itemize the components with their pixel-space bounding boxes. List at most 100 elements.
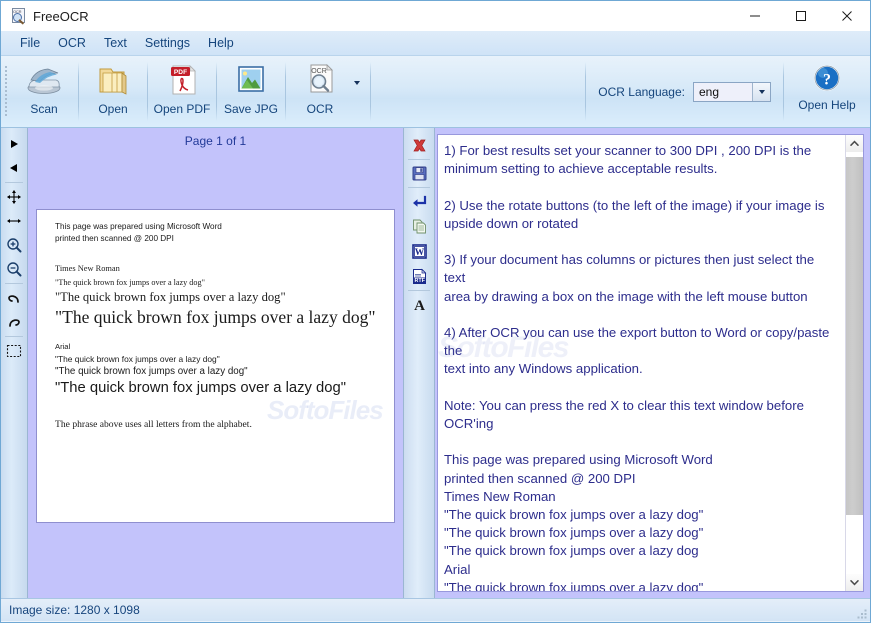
zoom-in-button[interactable] xyxy=(3,233,25,257)
export-word-button[interactable]: W xyxy=(406,239,432,264)
pan-button[interactable] xyxy=(3,185,25,209)
rotate-right-button[interactable] xyxy=(3,132,25,156)
open-pdf-label: Open PDF xyxy=(153,102,211,116)
toolbar-grip[interactable] xyxy=(1,56,10,127)
ocr-text-line: printed then scanned @ 200 DPI xyxy=(444,470,636,486)
menu-ocr[interactable]: OCR xyxy=(49,33,95,53)
scanned-page-sheet[interactable]: This page was prepared using Microsoft W… xyxy=(36,209,395,523)
folder-open-icon xyxy=(93,61,133,99)
ocr-text-line: This page was prepared using Microsoft W… xyxy=(444,452,713,468)
main-toolbar: Scan Open PDF Open PDF Save JPG OCR OCR … xyxy=(1,56,870,128)
window-controls xyxy=(732,1,870,31)
ocr-language-value: eng xyxy=(699,84,720,99)
undo-button[interactable] xyxy=(3,286,25,310)
menu-settings[interactable]: Settings xyxy=(136,33,199,53)
preview-watermark: SoftoFiles xyxy=(267,395,384,425)
ocr-language-dropdown-arrow[interactable] xyxy=(752,82,770,101)
image-tools-strip xyxy=(1,128,28,598)
text-scrollbar[interactable] xyxy=(845,135,863,591)
document-text-line: "The quick brown fox jumps over a lazy d… xyxy=(55,278,205,287)
open-button[interactable]: Open xyxy=(79,56,147,127)
scanner-icon xyxy=(24,61,64,99)
ocr-text-line: 2) Use the rotate buttons (to the left o… xyxy=(444,197,825,213)
ocr-text-line: minimum setting to achieve acceptable re… xyxy=(444,161,718,177)
document-text-line: "The quick brown fox jumps over a lazy d… xyxy=(55,380,346,396)
document-text-line: "The quick brown fox jumps over a lazy d… xyxy=(55,354,220,364)
open-help-label: Open Help xyxy=(798,98,856,112)
save-jpg-button[interactable]: Save JPG xyxy=(217,56,285,127)
pdf-document-icon: PDF xyxy=(162,61,202,99)
ocr-button[interactable]: OCR OCR xyxy=(286,56,354,127)
open-label: Open xyxy=(98,102,128,116)
image-picture-icon xyxy=(231,61,271,99)
document-text-line: The phrase above uses all letters from t… xyxy=(55,419,252,430)
window-title: FreeOCR xyxy=(33,8,89,24)
document-text-line: "The quick brown fox jumps over a lazy d… xyxy=(55,307,376,327)
ocr-document-icon: OCR xyxy=(10,8,26,25)
document-text-line: Arial xyxy=(55,342,71,351)
menu-text[interactable]: Text xyxy=(95,33,136,53)
svg-text:A: A xyxy=(414,298,425,313)
scan-button[interactable]: Scan xyxy=(10,56,78,127)
ocr-text-line: 1) For best results set your scanner to … xyxy=(444,143,812,158)
ocr-text-box[interactable]: 1) For best results set your scanner to … xyxy=(437,134,864,592)
save-text-button[interactable] xyxy=(406,161,432,186)
strip-separator xyxy=(5,283,23,284)
strip-separator xyxy=(5,182,23,183)
export-rtf-button[interactable]: RTF xyxy=(406,264,432,289)
ocr-text-line: 4) After OCR you can use the export butt… xyxy=(444,325,833,359)
ocr-text-content[interactable]: 1) For best results set your scanner to … xyxy=(438,135,845,591)
ocr-text-panel: 1) For best results set your scanner to … xyxy=(435,128,870,598)
ocr-text-line: OCR'ing xyxy=(444,416,494,432)
ocr-dropdown-button[interactable] xyxy=(354,56,360,127)
ocr-text-line xyxy=(444,178,839,196)
ocr-text-line xyxy=(444,233,839,251)
fit-width-button[interactable] xyxy=(3,209,25,233)
resize-grip[interactable] xyxy=(856,607,868,619)
insert-return-button[interactable] xyxy=(406,189,432,214)
menu-help[interactable]: Help xyxy=(199,33,243,53)
strip-separator xyxy=(408,290,430,291)
font-settings-button[interactable]: A xyxy=(406,292,432,317)
chevron-down-icon xyxy=(354,80,360,85)
close-button[interactable] xyxy=(824,1,870,31)
scrollbar-track[interactable] xyxy=(846,152,863,574)
select-area-button[interactable] xyxy=(3,339,25,363)
open-pdf-button[interactable]: PDF Open PDF xyxy=(148,56,216,127)
ocr-label: OCR xyxy=(306,102,334,116)
scroll-down-button[interactable] xyxy=(846,574,863,591)
redo-button[interactable] xyxy=(3,310,25,334)
freeocr-window: OCR FreeOCR File OCR Text Settings Help xyxy=(0,0,871,623)
image-preview-panel[interactable]: Page 1 of 1 This page was prepared using… xyxy=(28,128,403,598)
ocr-text-line xyxy=(444,306,839,324)
clear-text-button[interactable] xyxy=(406,133,432,158)
ocr-text-line: "The quick brown fox jumps over a lazy d… xyxy=(444,543,699,559)
rotate-left-button[interactable] xyxy=(3,156,25,180)
ocr-text-line: "The quick brown fox jumps over a lazy d… xyxy=(444,525,704,541)
ocr-text-line: area by drawing a box on the image with … xyxy=(444,288,808,304)
maximize-button[interactable] xyxy=(778,1,824,31)
content-area: Page 1 of 1 This page was prepared using… xyxy=(1,128,870,598)
open-help-button[interactable]: ? Open Help xyxy=(784,56,870,127)
scroll-up-button[interactable] xyxy=(846,135,863,152)
ocr-magnifier-icon: OCR xyxy=(300,61,340,99)
menu-bar: File OCR Text Settings Help xyxy=(1,31,870,56)
ocr-text-line xyxy=(444,379,839,397)
document-text-line: Times New Roman xyxy=(55,264,120,273)
zoom-out-button[interactable] xyxy=(3,257,25,281)
document-text-line: printed then scanned @ 200 DPI xyxy=(55,234,174,243)
strip-separator xyxy=(408,159,430,160)
ocr-text-line: Note: You can press the red X to clear t… xyxy=(444,397,804,413)
page-indicator: Page 1 of 1 xyxy=(184,134,247,148)
menu-file[interactable]: File xyxy=(11,33,49,53)
scrollbar-thumb[interactable] xyxy=(846,157,863,515)
svg-text:PDF: PDF xyxy=(174,69,187,76)
minimize-button[interactable] xyxy=(732,1,778,31)
svg-text:?: ? xyxy=(823,72,831,89)
ocr-text-line: upside down or rotated xyxy=(444,215,579,231)
document-content: This page was prepared using Microsoft W… xyxy=(37,210,394,522)
copy-text-button[interactable] xyxy=(406,214,432,239)
ocr-language-select[interactable]: eng xyxy=(693,81,771,102)
status-bar: Image size: 1280 x 1098 xyxy=(1,598,870,621)
